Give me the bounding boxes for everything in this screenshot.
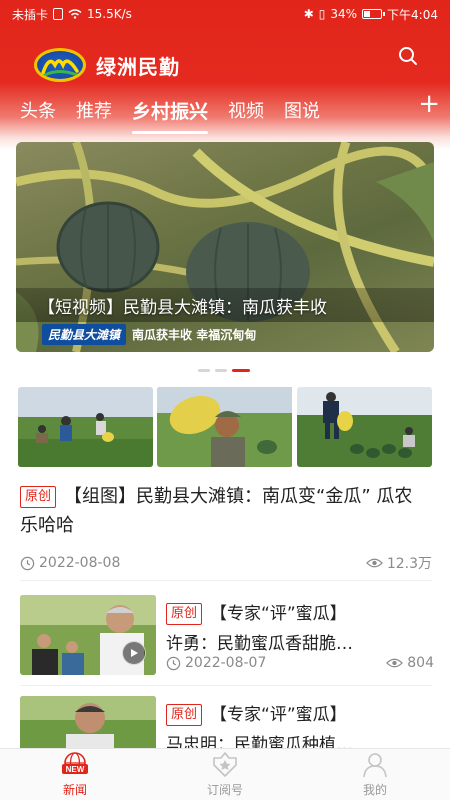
tab-tushuo[interactable]: 图说 <box>284 97 320 123</box>
add-tab-button[interactable]: + <box>418 91 440 117</box>
vibrate-icon: ▯ <box>318 7 326 21</box>
date-text: 2022-08-08 <box>39 555 121 571</box>
battery-icon <box>362 9 386 19</box>
search-button[interactable] <box>392 40 424 72</box>
news-globe-icon: NEW <box>60 751 90 779</box>
nav-profile-label: 我的 <box>362 783 387 797</box>
user-icon <box>360 751 390 779</box>
tab-shipin[interactable]: 视频 <box>228 97 264 123</box>
battery-fill <box>364 11 371 17</box>
bottom-nav: NEW 新闻 订阅号 我的 <box>0 748 450 800</box>
gallery-image-1 <box>18 387 153 467</box>
nav-news-label: 新闻 <box>62 783 87 797</box>
play-icon[interactable] <box>122 641 146 665</box>
app-header: 未插卡 15.5K/s ✱ ▯ 34% 下午4:04 绿洲民勤 头条 推荐 乡村… <box>0 0 450 150</box>
bluetooth-icon: ✱ <box>303 7 314 21</box>
carrier-label: 未插卡 <box>12 7 49 22</box>
carousel-video-banner: 民勤县大滩镇 南瓜获丰收 幸福沉甸甸 <box>42 324 256 345</box>
app-title: 绿洲民勤 <box>96 54 180 79</box>
carousel-dot[interactable] <box>215 369 227 372</box>
eye-icon <box>365 558 383 568</box>
article-title-line1: 【专家“评”蜜瓜】 <box>210 604 347 624</box>
article-gallery[interactable] <box>18 387 432 467</box>
banner-text: 南瓜获丰收 幸福沉甸甸 <box>132 328 257 342</box>
original-tag: 原创 <box>20 486 57 508</box>
article-date: 2022-08-07 <box>166 655 266 671</box>
nav-subscriptions[interactable]: 订阅号 <box>150 749 300 800</box>
original-tag: 原创 <box>166 704 203 726</box>
divider <box>20 685 432 686</box>
carousel-caption: 【短视频】民勤县大滩镇：南瓜获丰收 <box>16 288 434 322</box>
article-meta: 2022-08-07 804 <box>166 655 434 671</box>
views-text: 804 <box>407 655 434 671</box>
new-badge: NEW <box>66 765 85 774</box>
eye-icon <box>386 658 404 668</box>
status-right: ✱ ▯ 34% 下午4:04 <box>304 6 438 23</box>
article-date: 2022-08-08 <box>20 555 120 571</box>
nav-news[interactable]: NEW 新闻 <box>0 749 150 800</box>
clock-icon <box>166 656 181 670</box>
carousel-dot-active[interactable] <box>232 369 250 372</box>
article-views: 804 <box>386 655 434 671</box>
article-thumbnail <box>20 595 156 675</box>
date-text: 2022-08-07 <box>185 655 267 671</box>
list-item[interactable]: 原创 【专家“评”蜜瓜】 马忠明：民勤蜜瓜种植… <box>20 696 434 748</box>
article-meta: 2022-08-08 12.3万 <box>20 553 432 573</box>
article-views: 12.3万 <box>365 553 432 573</box>
status-left: 未插卡 15.5K/s <box>12 6 132 23</box>
gallery-image-2 <box>157 387 293 467</box>
banner-chip: 民勤县大滩镇 <box>42 324 127 345</box>
nav-profile[interactable]: 我的 <box>300 749 450 800</box>
battery-percent: 34% <box>330 7 358 21</box>
clock-icon <box>20 556 35 570</box>
original-tag: 原创 <box>166 603 203 625</box>
tab-xiangcun-zhenxing[interactable]: 乡村振兴 <box>132 97 209 134</box>
app-logo <box>34 48 86 82</box>
wifi-icon <box>68 9 82 19</box>
sim-card-icon <box>53 8 64 20</box>
subscription-icon <box>210 751 240 779</box>
search-icon <box>399 47 417 65</box>
clock: 下午4:04 <box>387 7 438 22</box>
views-text: 12.3万 <box>386 556 432 572</box>
article-title-text: 【组图】民勤县大滩镇：南瓜变“金瓜” 瓜农乐哈哈 <box>20 486 413 536</box>
network-speed: 15.5K/s <box>87 7 132 21</box>
status-bar: 未插卡 15.5K/s ✱ ▯ 34% 下午4:04 <box>0 0 450 28</box>
article-title: 原创 【专家“评”蜜瓜】 许勇：民勤蜜瓜香甜脆… <box>166 599 436 659</box>
divider <box>20 580 432 581</box>
article-thumbnail <box>20 696 156 748</box>
tab-tuijian[interactable]: 推荐 <box>76 97 112 123</box>
tab-toutiao[interactable]: 头条 <box>20 97 56 123</box>
carousel-dot[interactable] <box>198 369 210 372</box>
article-title-line2: 马忠明：民勤蜜瓜种植… <box>166 735 353 748</box>
article-title: 原创 【专家“评”蜜瓜】 马忠明：民勤蜜瓜种植… <box>166 700 434 748</box>
app-brand: 绿洲民勤 <box>34 48 180 82</box>
article-title-line1: 【专家“评”蜜瓜】 <box>210 705 347 725</box>
list-item[interactable]: 原创 【专家“评”蜜瓜】 许勇：民勤蜜瓜香甜脆… 2022-08-07 804 <box>20 595 434 677</box>
carousel-indicator <box>198 369 250 372</box>
featured-carousel[interactable]: 【短视频】民勤县大滩镇：南瓜获丰收 民勤县大滩镇 南瓜获丰收 幸福沉甸甸 <box>16 142 434 352</box>
gallery-image-3 <box>296 387 432 467</box>
channel-tabs: 头条 推荐 乡村振兴 视频 图说 <box>20 92 440 134</box>
nav-subscriptions-label: 订阅号 <box>206 783 243 797</box>
article-title[interactable]: 原创 【组图】民勤县大滩镇：南瓜变“金瓜” 瓜农乐哈哈 <box>20 482 420 540</box>
